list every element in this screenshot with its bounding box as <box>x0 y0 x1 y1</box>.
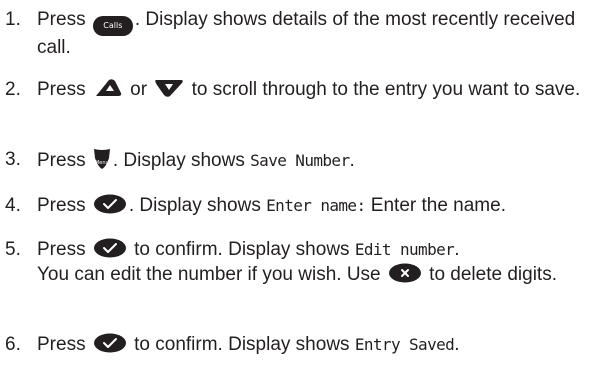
step-text: Press <box>37 9 86 30</box>
display-text: Save Number <box>250 151 350 170</box>
step-text: . <box>349 150 355 171</box>
step-4: 4. Press . Display shows Enter name: Ent… <box>5 194 587 219</box>
step-text: Press <box>37 195 86 216</box>
step-text: . <box>454 239 460 260</box>
menu-button-label: Menu <box>94 160 109 166</box>
step-text: Press <box>37 239 86 260</box>
step-text: to confirm. Display shows <box>134 334 355 355</box>
step-2: 2. Press or to scroll through to the ent… <box>5 78 587 103</box>
display-text: Edit number <box>354 240 455 259</box>
delete-x-button-icon <box>388 263 422 283</box>
menu-button-icon: Menu <box>93 148 111 170</box>
step-text: . <box>454 334 460 355</box>
step-text: to delete digits. <box>429 263 557 285</box>
step-text: to confirm. Display shows <box>134 239 355 260</box>
step-number: 3. <box>5 149 21 170</box>
step-1: 1. Press Calls. Display shows details of… <box>5 8 587 61</box>
ok-check-button-icon <box>93 194 127 214</box>
step-text: You can edit the number if you wish. Use <box>37 263 381 285</box>
ok-check-button-icon <box>93 333 127 353</box>
step-number: 6. <box>5 334 21 355</box>
step-5: 5. Press to confirm. Display shows Edit … <box>5 238 587 287</box>
step-number: 4. <box>5 195 21 216</box>
step-text: Enter the name. <box>365 195 506 216</box>
down-arrow-button-icon <box>154 78 184 98</box>
step-text: Press <box>37 334 86 355</box>
step-text: or <box>130 79 148 100</box>
step-text: . Display shows <box>128 195 267 216</box>
step-text: to scroll through to the entry you want … <box>191 79 581 100</box>
display-text: Entry Saved <box>354 335 455 354</box>
step-3: 3. Press Menu . Display shows Save Numbe… <box>5 148 587 174</box>
step-text: Press <box>37 150 86 171</box>
calls-button-icon: Calls <box>92 16 133 37</box>
step-text: . Display shows <box>112 150 251 171</box>
display-text: Enter name: <box>266 196 366 215</box>
step-text: Press <box>37 79 86 100</box>
step-number: 2. <box>5 79 21 100</box>
instruction-steps: 1. Press Calls. Display shows details of… <box>0 0 591 366</box>
ok-check-button-icon <box>93 238 127 258</box>
step-6: 6. Press to confirm. Display shows Entry… <box>5 333 587 358</box>
step-number: 5. <box>5 239 21 260</box>
calls-button-label: Calls <box>103 21 123 30</box>
up-arrow-button-icon <box>93 78 123 98</box>
step-number: 1. <box>5 9 21 30</box>
